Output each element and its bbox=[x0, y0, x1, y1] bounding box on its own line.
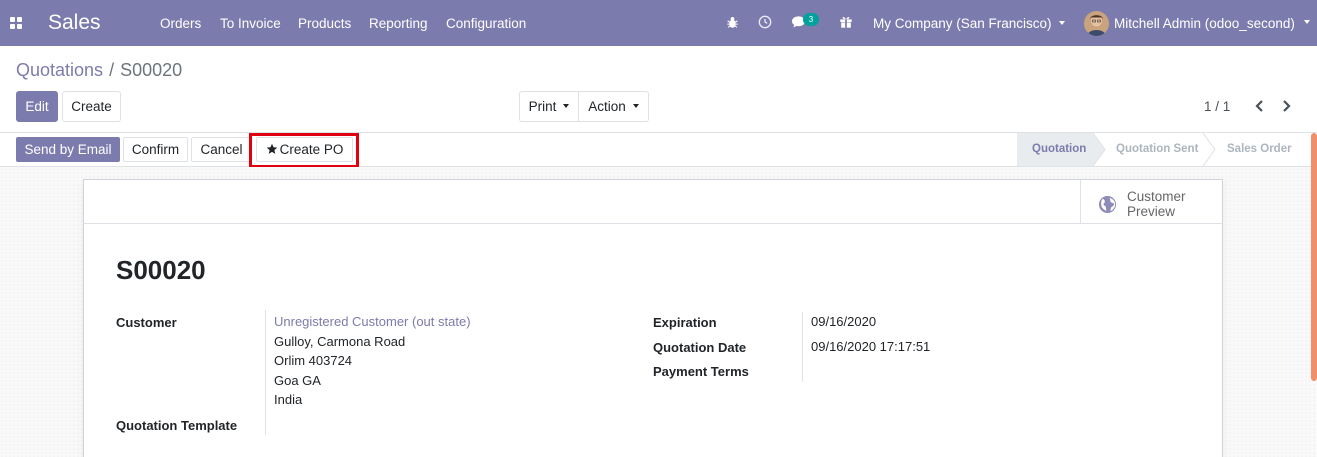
cancel-button[interactable]: Cancel bbox=[191, 137, 252, 162]
customer-label: Customer bbox=[116, 315, 177, 330]
pager-value[interactable]: 1 / 1 bbox=[1204, 98, 1230, 115]
payment-terms-label: Payment Terms bbox=[653, 364, 749, 379]
field-divider bbox=[802, 312, 803, 382]
field-divider bbox=[265, 310, 266, 435]
menu-products[interactable]: Products bbox=[298, 15, 351, 32]
chevron-down-icon bbox=[563, 104, 570, 109]
quotation-date-value[interactable]: 09/16/2020 17:17:51 bbox=[811, 337, 930, 357]
create-po-label: Create PO bbox=[279, 142, 344, 157]
messages-count-badge: 3 bbox=[803, 13, 819, 26]
stage-arrow-icon bbox=[1203, 133, 1216, 166]
stage-quotation[interactable]: Quotation bbox=[1017, 133, 1093, 166]
stage-sales-order[interactable]: Sales Order bbox=[1227, 133, 1307, 166]
breadcrumb-quotations[interactable]: Quotations bbox=[16, 60, 103, 80]
globe-icon bbox=[1098, 195, 1117, 214]
print-label: Print bbox=[528, 99, 557, 114]
pager-next-icon[interactable] bbox=[1278, 97, 1294, 115]
debug-bug-icon[interactable] bbox=[723, 13, 741, 31]
apps-menu-icon[interactable] bbox=[10, 17, 22, 29]
preview-line-1: Customer bbox=[1127, 189, 1186, 204]
user-name: Mitchell Admin (odoo_second) bbox=[1114, 15, 1295, 31]
address-line: Orlim 403724 bbox=[274, 353, 353, 368]
menu-configuration[interactable]: Configuration bbox=[446, 15, 526, 32]
address-line: Goa GA bbox=[274, 373, 321, 388]
menu-reporting[interactable]: Reporting bbox=[369, 15, 428, 32]
print-dropdown[interactable]: Print bbox=[519, 91, 579, 122]
scrollbar[interactable] bbox=[1311, 133, 1317, 381]
form-sheet: Customer Preview S00020 Customer Unregis… bbox=[83, 179, 1223, 457]
gift-icon[interactable] bbox=[837, 13, 855, 31]
company-name: My Company (San Francisco) bbox=[873, 16, 1052, 31]
customer-preview-label: Customer Preview bbox=[1127, 189, 1186, 219]
form-statusbar: Send by Email Confirm Cancel Create PO Q… bbox=[0, 132, 1317, 167]
menu-orders[interactable]: Orders bbox=[160, 15, 201, 32]
preview-line-2: Preview bbox=[1127, 204, 1176, 219]
create-po-button[interactable]: Create PO bbox=[256, 137, 353, 162]
stage-arrow-icon bbox=[1093, 133, 1106, 166]
create-button[interactable]: Create bbox=[62, 91, 121, 122]
customer-link[interactable]: Unregistered Customer (out state) bbox=[274, 312, 471, 332]
smart-button-box: Customer Preview bbox=[84, 180, 1222, 224]
menu-to-invoice[interactable]: To Invoice bbox=[220, 15, 281, 32]
address-line: Gulloy, Carmona Road bbox=[274, 334, 406, 349]
breadcrumb: Quotations / S00020 bbox=[16, 60, 182, 80]
send-by-email-button[interactable]: Send by Email bbox=[16, 137, 120, 162]
breadcrumb-current: S00020 bbox=[120, 60, 183, 80]
star-icon bbox=[266, 143, 277, 154]
stage-quotation-sent[interactable]: Quotation Sent bbox=[1116, 133, 1216, 166]
address-line: India bbox=[274, 392, 303, 407]
edit-button[interactable]: Edit bbox=[16, 91, 58, 122]
user-menu[interactable]: Mitchell Admin (odoo_second) bbox=[1084, 10, 1310, 36]
quotation-template-label: Quotation Template bbox=[116, 418, 238, 433]
action-label: Action bbox=[588, 99, 626, 114]
customer-preview-button[interactable]: Customer Preview bbox=[1080, 180, 1222, 223]
company-switcher[interactable]: My Company (San Francisco) bbox=[873, 15, 1065, 32]
quotation-date-label: Quotation Date bbox=[653, 340, 747, 355]
document-title: S00020 bbox=[116, 255, 206, 285]
breadcrumb-separator: / bbox=[109, 60, 115, 80]
activity-clock-icon[interactable] bbox=[756, 13, 774, 31]
pager-previous-icon[interactable] bbox=[1251, 97, 1267, 115]
chevron-down-icon bbox=[632, 104, 639, 109]
avatar bbox=[1084, 10, 1109, 36]
chevron-down-icon bbox=[1303, 20, 1310, 24]
action-dropdown[interactable]: Action bbox=[578, 91, 649, 122]
chevron-down-icon bbox=[1058, 21, 1065, 26]
confirm-button[interactable]: Confirm bbox=[123, 137, 188, 162]
app-name[interactable]: Sales bbox=[48, 10, 101, 36]
top-navbar: Sales Orders To Invoice Products Reporti… bbox=[0, 0, 1317, 46]
expiration-label: Expiration bbox=[653, 315, 717, 330]
expiration-value[interactable]: 09/16/2020 bbox=[811, 312, 876, 332]
